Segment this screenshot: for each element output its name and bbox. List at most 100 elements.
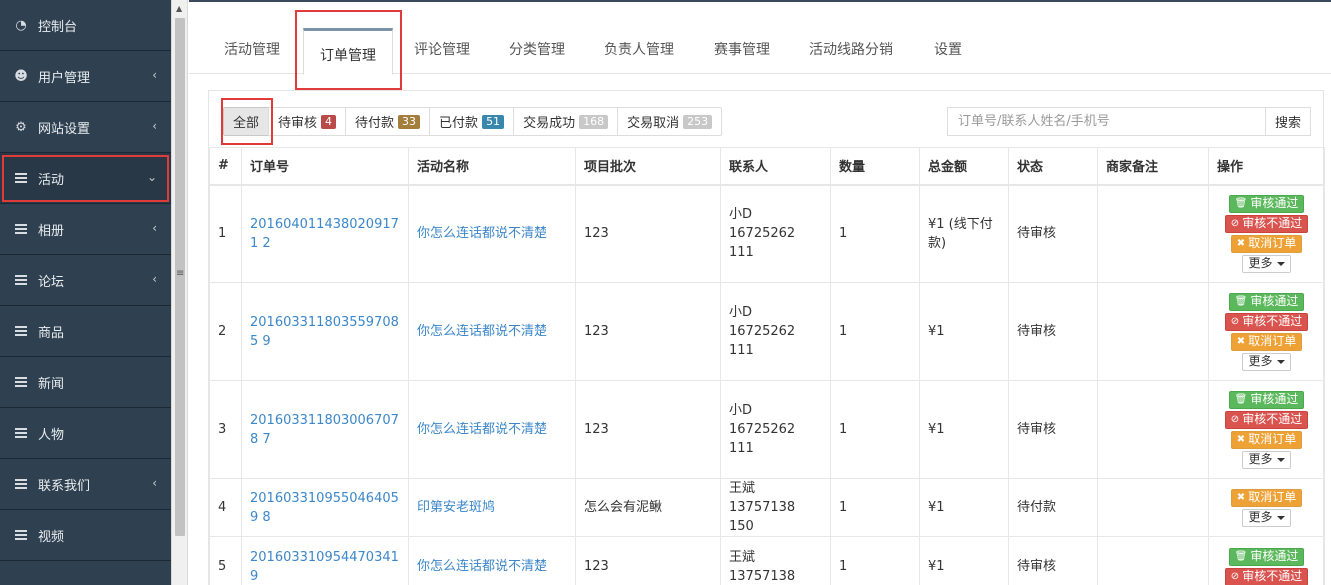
tab-activity[interactable]: 活动管理 — [224, 39, 280, 59]
count-badge: 168 — [579, 114, 609, 129]
sidebar-item-dashboard[interactable]: ◔ 控制台 — [0, 0, 171, 51]
cancel-order-button[interactable]: ✖ 取消订单 — [1230, 430, 1303, 449]
reject-button[interactable]: ⊘ 审核不通过 — [1224, 214, 1309, 233]
row-number: 5 — [209, 536, 242, 585]
table-body: 1 2016040114380209171 2 你怎么连话都说不清楚 123 小D 16… — [209, 184, 1325, 585]
approve-button[interactable]: 🗑 审核通过 — [1228, 390, 1305, 409]
action-label: 取消订单 — [1248, 432, 1297, 446]
ban-icon: ⊘ — [1230, 218, 1240, 230]
action-label: 审核通过 — [1250, 549, 1299, 563]
actions-cell: 🗑 审核通过 ⊘ 审核不通过 ✖ 取消订单 更多 — [1208, 380, 1325, 479]
tab-route-distribution[interactable]: 活动线路分销 — [809, 39, 893, 59]
more-dropdown-button[interactable]: 更多 — [1242, 254, 1291, 273]
column-header: 订单号 — [241, 147, 409, 186]
cogs-icon: ⚙ — [15, 119, 27, 135]
activity-name-link[interactable]: 你怎么连话都说不清楚 — [417, 422, 547, 437]
activity-name-cell: 你怎么连话都说不清楚 — [408, 184, 576, 283]
action-label: 审核不通过 — [1242, 412, 1303, 426]
sidebar-item-activity[interactable]: 活动 ⌄ — [0, 153, 171, 204]
tab-managers[interactable]: 负责人管理 — [604, 39, 674, 59]
chevron-down-icon: ⌄ — [146, 170, 157, 184]
order-number-cell: 2016033109550464059 8 — [241, 478, 409, 537]
activity-name-cell: 印第安老斑鸠 — [408, 478, 576, 537]
tab-comments[interactable]: 评论管理 — [414, 39, 470, 59]
activity-name-link[interactable]: 你怎么连话都说不清楚 — [417, 324, 547, 339]
amount-cell: ¥1 — [919, 536, 1009, 585]
sidebar-item-label: 网站设置 — [38, 121, 91, 137]
reject-button[interactable]: ⊘ 审核不通过 — [1224, 312, 1309, 331]
filter-paid[interactable]: 已付款 51 — [429, 107, 515, 136]
order-number-link[interactable]: 2016040114380209171 2 — [250, 217, 399, 251]
column-header: 数量 — [830, 147, 920, 186]
order-number-cell: 2016033118035597085 9 — [241, 282, 409, 381]
sidebar-item-album[interactable]: 相册 ‹ — [0, 204, 171, 255]
approve-button[interactable]: 🗑 审核通过 — [1228, 194, 1305, 213]
activity-name-cell: 你怎么连话都说不清楚 — [408, 380, 576, 479]
filter-all[interactable]: 全部 — [223, 107, 270, 136]
chevron-left-icon: ‹ — [152, 119, 157, 133]
more-dropdown-button[interactable]: 更多 — [1242, 450, 1291, 469]
close-icon: ✖ — [1236, 336, 1246, 347]
cancel-order-button[interactable]: ✖ 取消订单 — [1230, 488, 1303, 507]
sidebar-item-contact[interactable]: 联系我们 ‹ — [0, 459, 171, 510]
activity-name-link[interactable]: 你怎么连话都说不清楚 — [417, 559, 547, 574]
batch-cell: 123 — [575, 536, 721, 585]
reject-button[interactable]: ⊘ 审核不通过 — [1224, 567, 1309, 585]
sidebar-item-label: 用户管理 — [38, 70, 91, 86]
filter-cancelled[interactable]: 交易取消 253 — [617, 107, 723, 136]
sidebar-item-forum[interactable]: 论坛 ‹ — [0, 255, 171, 306]
sidebar-scrollbar[interactable]: ▲ ≡ — [171, 0, 188, 585]
column-header: 活动名称 — [408, 147, 576, 186]
sidebar-item-goods[interactable]: 商品 — [0, 306, 171, 357]
cancel-order-button[interactable]: ✖ 取消订单 — [1230, 234, 1303, 253]
scroll-up-arrow-icon[interactable]: ▲ — [176, 4, 182, 13]
sidebar-item-video[interactable]: 视频 — [0, 510, 171, 561]
activity-name-link[interactable]: 你怎么连话都说不清楚 — [417, 226, 547, 241]
sidebar-item-label: 控制台 — [38, 19, 78, 35]
quantity-cell: 1 — [830, 184, 920, 283]
count-badge: 51 — [482, 114, 505, 129]
order-number-link[interactable]: 2016033118030067078 7 — [250, 413, 399, 447]
approve-button[interactable]: 🗑 审核通过 — [1228, 547, 1305, 566]
tab-categories[interactable]: 分类管理 — [509, 39, 565, 59]
approve-button[interactable]: 🗑 审核通过 — [1228, 292, 1305, 311]
merchant-note-cell — [1097, 536, 1209, 585]
order-number-link[interactable]: 2016033109550464059 8 — [250, 491, 399, 525]
more-dropdown-button[interactable]: 更多 — [1242, 352, 1291, 371]
action-label: 取消订单 — [1248, 490, 1297, 504]
table-row: 3 2016033118030067078 7 你怎么连话都说不清楚 123 小D 16… — [209, 380, 1325, 479]
search-input[interactable] — [947, 107, 1266, 136]
order-number-link[interactable]: 2016033118035597085 9 — [250, 315, 399, 349]
action-label: 更多 — [1248, 354, 1273, 368]
action-label: 审核通过 — [1250, 196, 1299, 211]
cancel-order-button[interactable]: ✖ 取消订单 — [1230, 332, 1303, 351]
sidebar-item-users[interactable]: ☻ 用户管理 ‹ — [0, 51, 171, 102]
merchant-note-cell — [1097, 380, 1209, 479]
ban-icon: ⊘ — [1230, 571, 1240, 582]
sidebar-item-site-settings[interactable]: ⚙ 网站设置 ‹ — [0, 102, 171, 153]
tab-settings[interactable]: 设置 — [934, 39, 962, 59]
more-dropdown-button[interactable]: 更多 — [1242, 508, 1291, 527]
sidebar-item-news[interactable]: 新闻 — [0, 357, 171, 408]
chevron-left-icon: ‹ — [152, 272, 157, 286]
tab-events[interactable]: 赛事管理 — [714, 39, 770, 59]
tab-orders[interactable]: 订单管理 — [303, 28, 393, 75]
filter-pending-payment[interactable]: 待付款 33 — [345, 107, 431, 136]
row-number: 3 — [209, 380, 242, 479]
status-filter-group: 全部 待审核 4 待付款 33 已付款 51 交易成功 168 交易取消 253 — [223, 107, 723, 136]
reject-button[interactable]: ⊘ 审核不通过 — [1224, 410, 1309, 429]
order-number-link[interactable]: 2016033109544703419 — [250, 550, 399, 584]
quantity-cell: 1 — [830, 478, 920, 537]
orders-table: # 订单号 活动名称 项目批次 联系人 数量 总金额 状态 商家备注 操作 1 2016040114… — [209, 147, 1325, 585]
activity-name-link[interactable]: 印第安老斑鸠 — [417, 500, 495, 515]
sidebar-item-label: 商品 — [38, 325, 65, 341]
filter-completed[interactable]: 交易成功 168 — [513, 107, 619, 136]
sidebar-item-people[interactable]: 人物 — [0, 408, 171, 459]
splitter-grip-icon[interactable]: ≡ — [176, 268, 184, 279]
sidebar-item-label: 视频 — [38, 529, 65, 545]
quantity-cell: 1 — [830, 380, 920, 479]
sidebar-item-label: 联系我们 — [38, 478, 91, 494]
filter-pending-review[interactable]: 待审核 4 — [268, 107, 347, 136]
search-button[interactable]: 搜索 — [1266, 107, 1311, 136]
sidebar-item-label: 新闻 — [38, 376, 65, 392]
